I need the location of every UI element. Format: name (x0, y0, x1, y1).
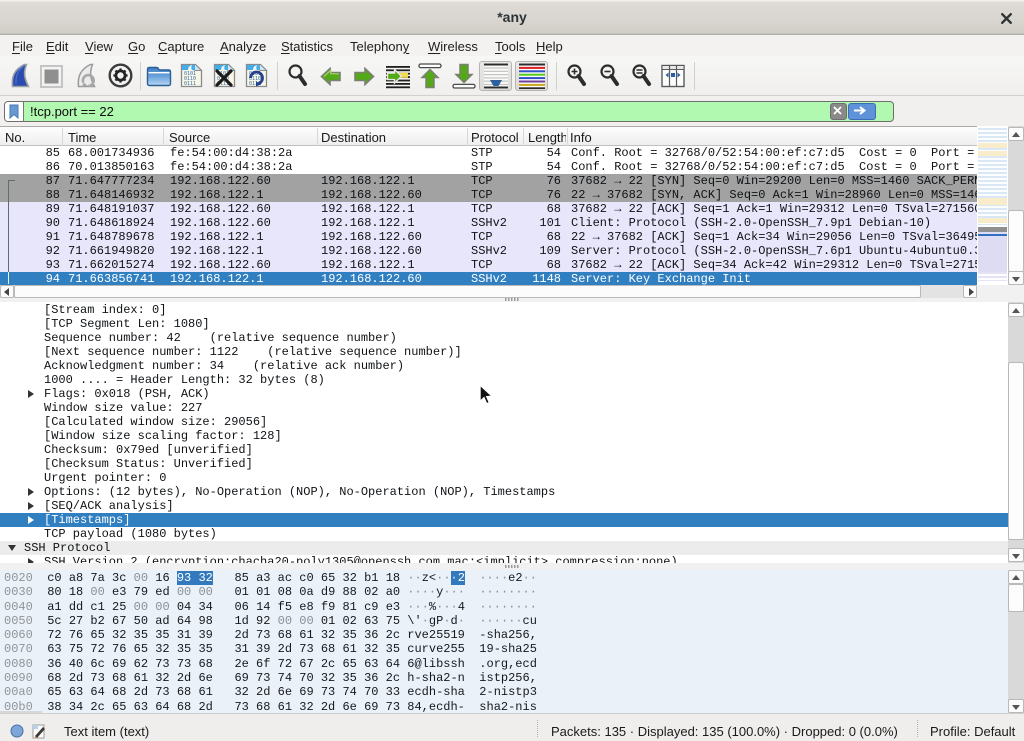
svg-text:0111: 0111 (184, 81, 196, 87)
